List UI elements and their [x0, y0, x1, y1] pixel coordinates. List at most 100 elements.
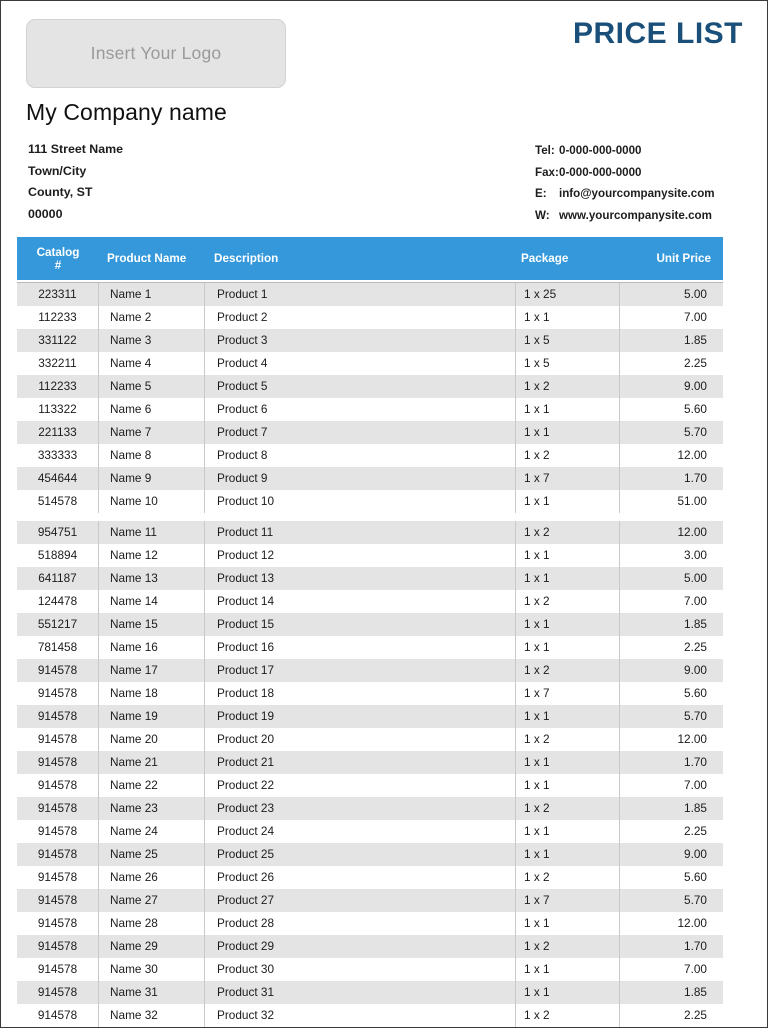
cell-description: Product 11 [217, 525, 274, 539]
cell-package: 1 x 2 [515, 521, 619, 544]
cell-product-name: Name 12 [99, 544, 205, 567]
table-row[interactable]: 781458 Name 16 Product 16 1 x 1 2.25 [17, 636, 723, 659]
table-row[interactable]: 914578 Name 19 Product 19 1 x 1 5.70 [17, 705, 723, 728]
table-row[interactable]: 333333 Name 8 Product 8 1 x 2 12.00 [17, 444, 723, 467]
cell-catalog-number: 914578 [17, 958, 99, 981]
table-row[interactable]: 914578 Name 21 Product 21 1 x 1 1.70 [17, 751, 723, 774]
table-row[interactable]: 112233 Name 2 Product 2 1 x 1 7.00 [17, 306, 723, 329]
cell-unit-price: 1.70 [619, 935, 723, 958]
cell-product-name: Name 26 [99, 866, 205, 889]
column-header-product-name[interactable]: Product Name [99, 252, 205, 265]
cell-catalog-number: 914578 [17, 774, 99, 797]
cell-catalog-number: 914578 [17, 935, 99, 958]
cell-package: 1 x 2 [515, 444, 619, 467]
cell-product-name: Name 23 [99, 797, 205, 820]
table-row[interactable]: 914578 Name 22 Product 22 1 x 1 7.00 [17, 774, 723, 797]
email-value[interactable]: info@yourcompanysite.com [559, 183, 715, 205]
table-row[interactable]: 914578 Name 29 Product 29 1 x 2 1.70 [17, 935, 723, 958]
cell-catalog-number: 914578 [17, 1004, 99, 1027]
cell-package: 1 x 1 [515, 774, 619, 797]
cell-product-name: Name 14 [99, 590, 205, 613]
table-row[interactable]: 914578 Name 25 Product 25 1 x 1 9.00 [17, 843, 723, 866]
cell-package: 1 x 25 [515, 283, 619, 306]
cell-description: Product 14 [217, 594, 275, 608]
cell-product-name: Name 6 [99, 398, 205, 421]
cell-package: 1 x 1 [515, 306, 619, 329]
cell-description: Product 3 [217, 333, 268, 347]
cell-unit-price: 2.25 [619, 820, 723, 843]
logo-placeholder-box[interactable]: Insert Your Logo [26, 19, 286, 88]
table-row[interactable]: 914578 Name 20 Product 20 1 x 2 12.00 [17, 728, 723, 751]
table-row[interactable]: 332211 Name 4 Product 4 1 x 5 2.25 [17, 352, 723, 375]
table-row[interactable]: 914578 Name 31 Product 31 1 x 1 1.85 [17, 981, 723, 1004]
table-row[interactable]: 914578 Name 30 Product 30 1 x 1 7.00 [17, 958, 723, 981]
cell-description: Product 26 [217, 870, 275, 884]
table-row[interactable]: 641187 Name 13 Product 13 1 x 1 5.00 [17, 567, 723, 590]
cell-package: 1 x 7 [515, 889, 619, 912]
table-row[interactable]: 914578 Name 24 Product 24 1 x 1 2.25 [17, 820, 723, 843]
price-list-table: Catalog # Product Name Description Packa… [17, 237, 723, 1027]
column-header-unit-price[interactable]: Unit Price [619, 252, 723, 265]
address-line-city: Town/City [28, 163, 87, 178]
table-row[interactable]: 914578 Name 27 Product 27 1 x 7 5.70 [17, 889, 723, 912]
cell-package: 1 x 7 [515, 682, 619, 705]
table-row[interactable]: 914578 Name 28 Product 28 1 x 1 12.00 [17, 912, 723, 935]
table-row[interactable]: 331122 Name 3 Product 3 1 x 5 1.85 [17, 329, 723, 352]
cell-catalog-number: 223311 [17, 283, 99, 306]
cell-description: Product 7 [217, 425, 268, 439]
table-row[interactable]: 221133 Name 7 Product 7 1 x 1 5.70 [17, 421, 723, 444]
cell-catalog-number: 514578 [17, 490, 99, 513]
table-row[interactable]: 914578 Name 32 Product 32 1 x 2 2.25 [17, 1004, 723, 1027]
page-title: PRICE LIST [572, 17, 743, 50]
table-row[interactable]: 914578 Name 18 Product 18 1 x 7 5.60 [17, 682, 723, 705]
table-row[interactable]: 514578 Name 10 Product 10 1 x 1 51.00 [17, 490, 723, 513]
cell-package: 1 x 1 [515, 751, 619, 774]
table-row[interactable]: 113322 Name 6 Product 6 1 x 1 5.60 [17, 398, 723, 421]
cell-package: 1 x 1 [515, 705, 619, 728]
table-row[interactable]: 454644 Name 9 Product 9 1 x 7 1.70 [17, 467, 723, 490]
cell-unit-price: 1.85 [619, 613, 723, 636]
cell-unit-price: 9.00 [619, 375, 723, 398]
cell-catalog-number: 914578 [17, 682, 99, 705]
cell-unit-price: 3.00 [619, 544, 723, 567]
cell-catalog-number: 331122 [17, 329, 99, 352]
cell-product-name: Name 1 [99, 283, 205, 306]
cell-unit-price: 7.00 [619, 958, 723, 981]
cell-unit-price: 7.00 [619, 590, 723, 613]
table-row[interactable]: 954751 Name 11 Product 11 1 x 2 12.00 [17, 521, 723, 544]
cell-unit-price: 5.70 [619, 889, 723, 912]
cell-description: Product 27 [217, 893, 275, 907]
cell-catalog-number: 914578 [17, 797, 99, 820]
table-row[interactable]: 914578 Name 17 Product 17 1 x 2 9.00 [17, 659, 723, 682]
cell-catalog-number: 914578 [17, 866, 99, 889]
website-value[interactable]: www.yourcompanysite.com [559, 205, 712, 227]
table-row[interactable]: 112233 Name 5 Product 5 1 x 2 9.00 [17, 375, 723, 398]
cell-unit-price: 12.00 [619, 521, 723, 544]
cell-description: Product 24 [217, 824, 275, 838]
cell-description: Product 13 [217, 571, 275, 585]
tel-value: 0-000-000-0000 [559, 144, 642, 157]
company-name: My Company name [26, 99, 227, 125]
cell-product-name: Name 2 [99, 306, 205, 329]
fax-label: Fax: [535, 165, 559, 179]
cell-product-name: Name 10 [99, 490, 205, 513]
contact-row-website: W: www.yourcompanysite.com [535, 205, 715, 227]
cell-unit-price: 5.60 [619, 682, 723, 705]
table-row[interactable]: 518894 Name 12 Product 12 1 x 1 3.00 [17, 544, 723, 567]
table-row[interactable]: 914578 Name 23 Product 23 1 x 2 1.85 [17, 797, 723, 820]
cell-description: Product 15 [217, 617, 275, 631]
column-header-package[interactable]: Package [515, 252, 619, 265]
cell-description: Product 25 [217, 847, 275, 861]
table-header-row: Catalog # Product Name Description Packa… [17, 237, 723, 280]
cell-product-name: Name 13 [99, 567, 205, 590]
cell-package: 1 x 2 [515, 935, 619, 958]
column-header-description[interactable]: Description [205, 252, 515, 265]
cell-product-name: Name 30 [99, 958, 205, 981]
cell-package: 1 x 1 [515, 843, 619, 866]
table-row[interactable]: 551217 Name 15 Product 15 1 x 1 1.85 [17, 613, 723, 636]
table-row[interactable]: 223311 Name 1 Product 1 1 x 25 5.00 [17, 283, 723, 306]
table-row[interactable]: 124478 Name 14 Product 14 1 x 2 7.00 [17, 590, 723, 613]
table-row[interactable]: 914578 Name 26 Product 26 1 x 2 5.60 [17, 866, 723, 889]
column-header-catalog[interactable]: Catalog # [17, 246, 99, 272]
cell-unit-price: 12.00 [619, 444, 723, 467]
